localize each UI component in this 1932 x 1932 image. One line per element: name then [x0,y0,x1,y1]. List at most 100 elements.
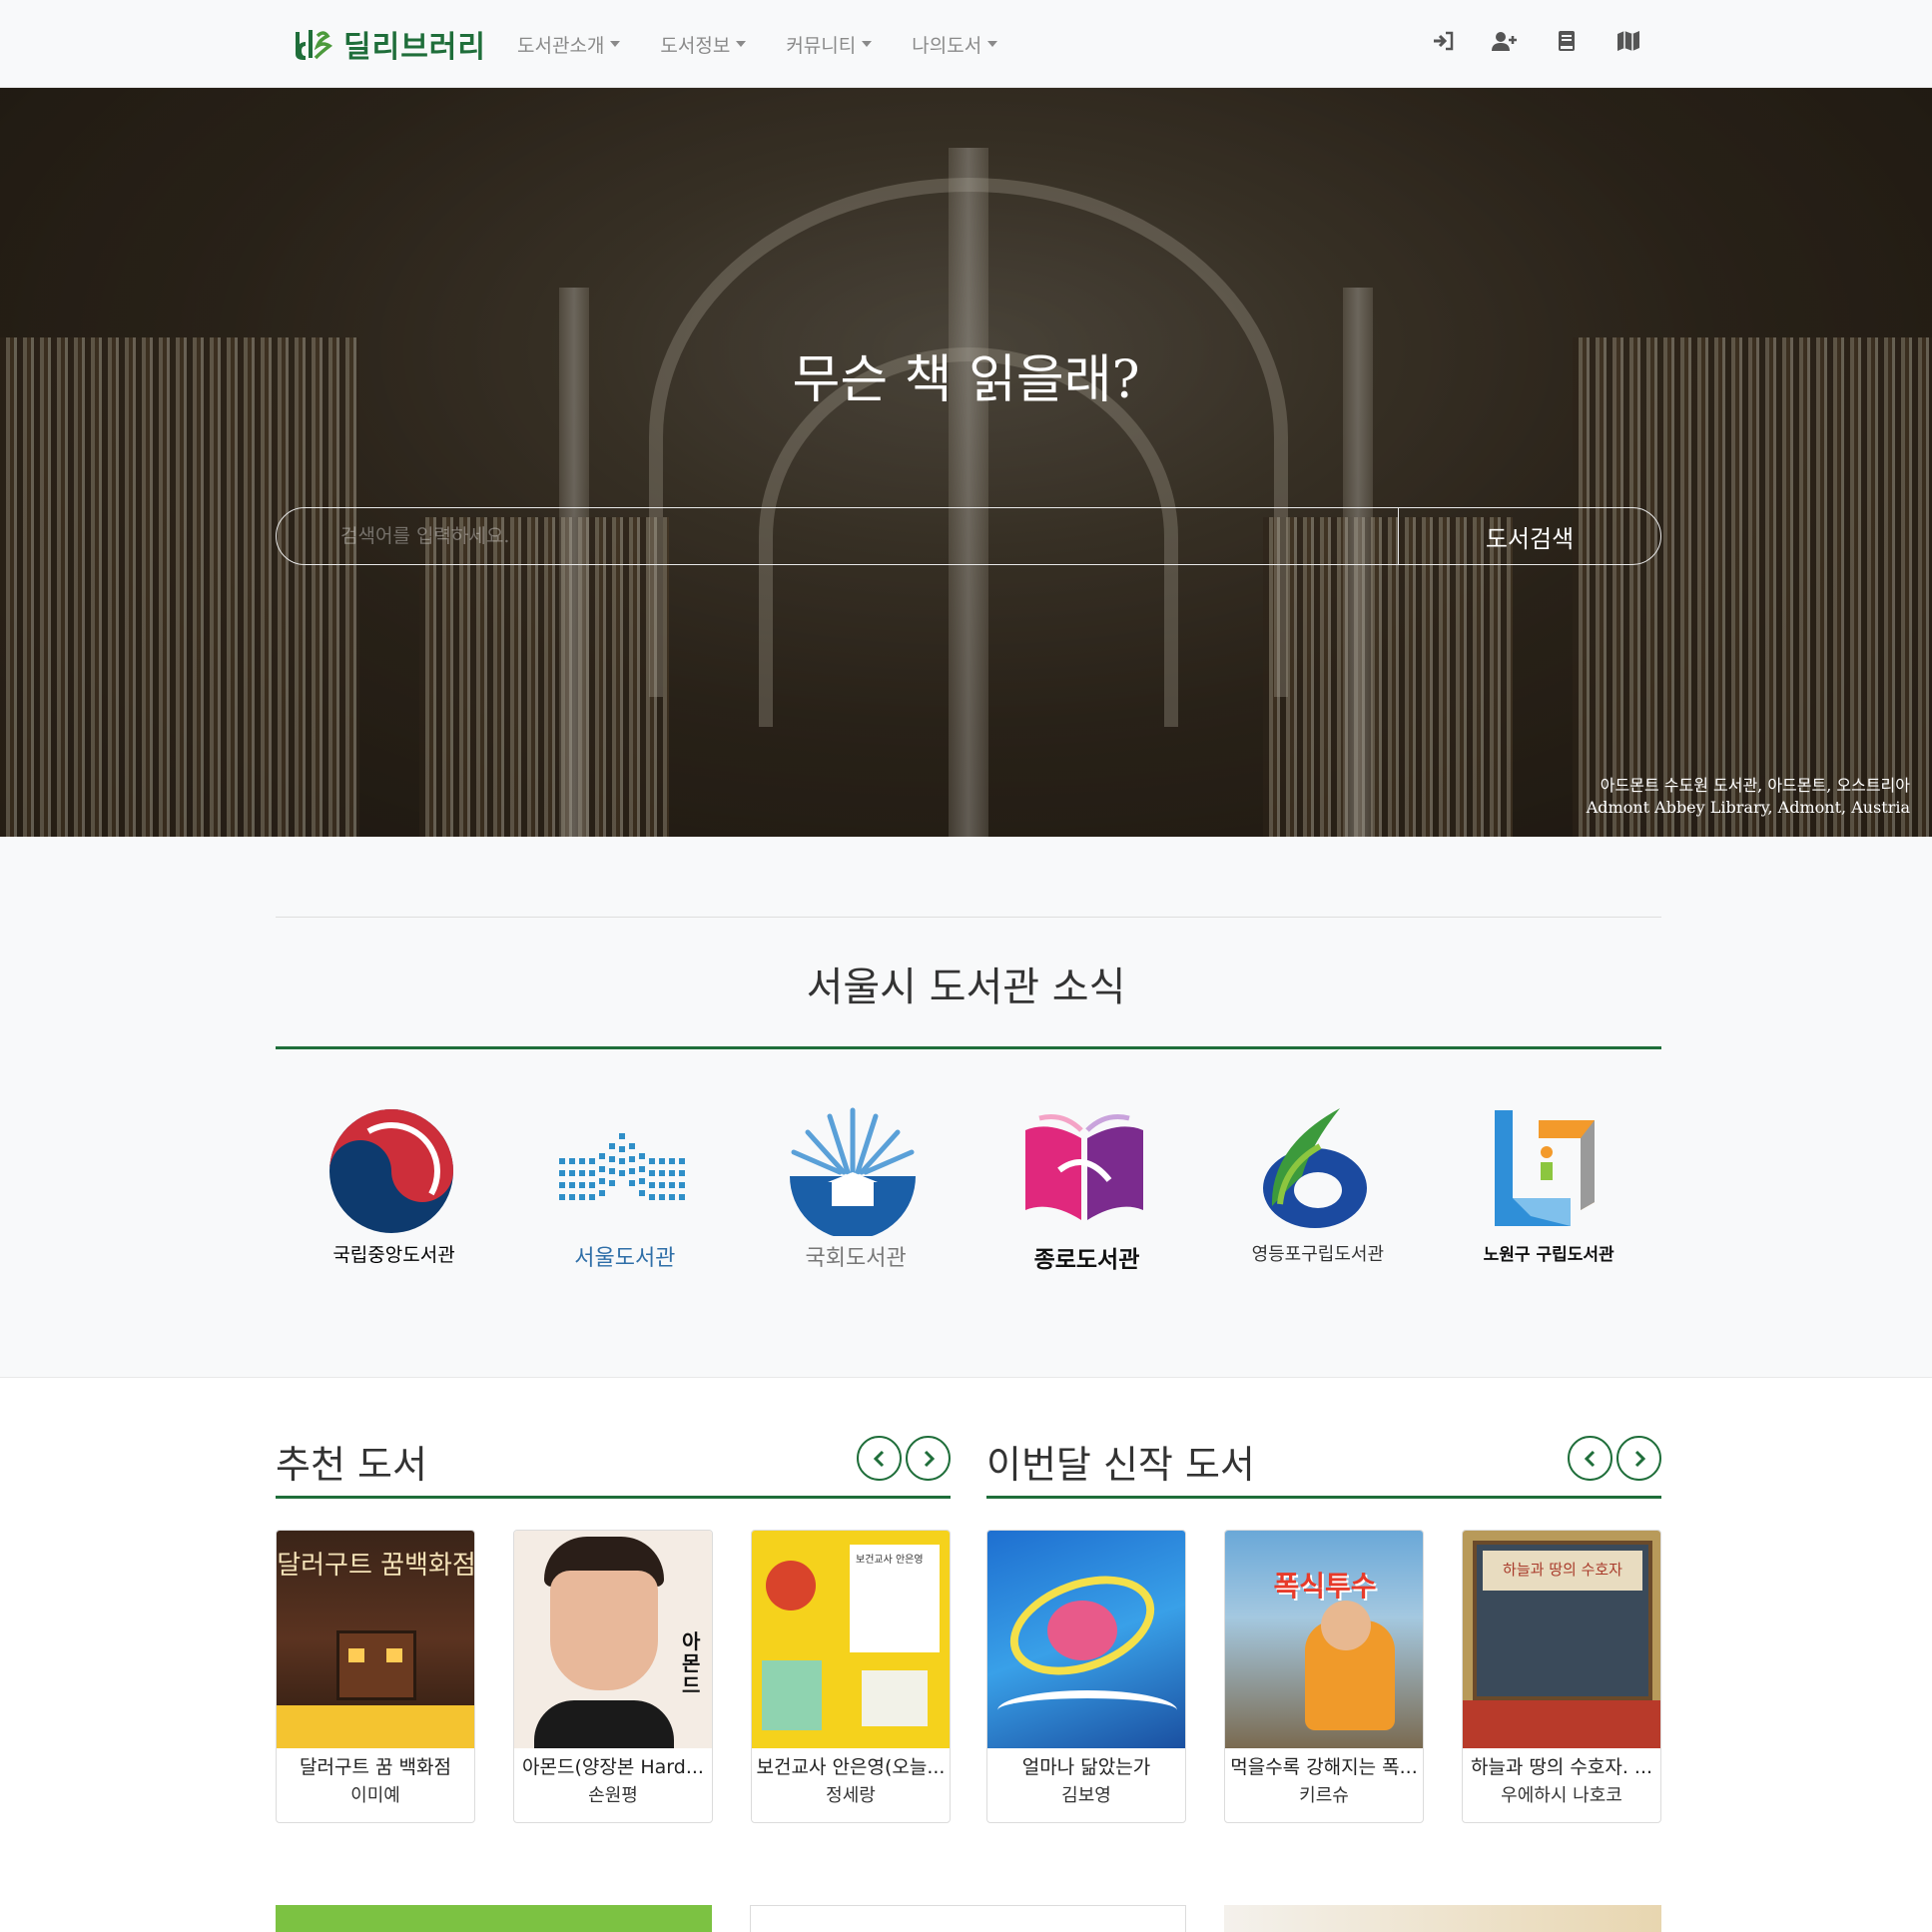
nav-library-intro[interactable]: 도서관소개 [517,31,621,58]
recommended-header: 추천 도서 [276,1434,951,1499]
section-title: 서울시 도서관 소식 [806,965,1126,1010]
library-logo-list: 국립중앙도서관 서울도서관 국회도서관 종로도서관 영등포구립도서관 노원구 구… [276,1106,1661,1286]
divider [276,1046,1661,1049]
logo-mark-icon [296,30,333,60]
book-author: 키르슈 [1299,1785,1349,1806]
cover-illustration [1321,1601,1371,1650]
chevron-right-icon [1634,1450,1645,1467]
cover-text: 아몬드 [682,1629,701,1697]
divider [986,1496,1661,1499]
book-cover: 아몬드 [514,1531,712,1748]
library-link-nowon[interactable]: 노원구 구립도서관 [1431,1106,1661,1286]
library-link-seoul[interactable]: 서울도서관 [506,1106,737,1286]
book-cover: 폭식투수 [1225,1531,1423,1748]
cover-text: 폭식투수 [1273,1570,1377,1603]
cover-text: 달러구트 꿈백화점 [277,1551,475,1581]
chevron-left-icon [873,1450,884,1467]
map-icon[interactable] [1615,28,1641,54]
cover-illustration [1047,1601,1117,1660]
prev-button[interactable] [1568,1436,1612,1481]
book-author: 정세랑 [826,1785,876,1806]
user-plus-icon[interactable] [1492,28,1518,54]
hero-overlay [0,88,1932,837]
nav-label: 커뮤니티 [786,34,857,57]
book-author: 이미예 [350,1785,400,1806]
book-title: 먹을수록 강해지는 폭... [1230,1756,1418,1778]
cover-band [277,1705,474,1748]
cover-illustration [550,1571,658,1690]
nav-label: 나의도서 [912,34,982,57]
chevron-left-icon [1584,1450,1595,1467]
promo-card[interactable] [750,1905,1186,1932]
caption-korean: 아드몬트 수도원 도서관, 아드몬트, 오스트리아 [1600,776,1910,795]
cover-illustration [386,1648,402,1662]
book-card[interactable]: 얼마나 닮았는가 김보영 [986,1530,1186,1823]
library-name: 국립중앙도서관 [332,1244,455,1266]
nav-my-books[interactable]: 나의도서 [912,31,998,58]
caption-english: Admont Abbey Library, Admont, Austria [1586,798,1910,817]
carousel-controls [857,1436,951,1481]
nowon-library-logo-icon [1495,1110,1596,1226]
library-news-section: 서울시 도서관 소식 국립중앙도서관 서울도서관 국회도서관 종로도서관 영등포… [0,837,1932,1378]
promo-card[interactable] [276,1905,712,1932]
cover-illustration [336,1630,416,1700]
prev-button[interactable] [857,1436,902,1481]
library-name: 서울도서관 [574,1246,676,1271]
nav-icon-group [1430,28,1641,54]
caret-down-icon [987,41,998,47]
section-title: 이번달 신작 도서 [986,1443,1255,1487]
divider [276,1496,951,1499]
book-title: 보건교사 안은영(오늘... [756,1756,946,1778]
carousel-controls [1568,1436,1661,1481]
book-author: 우에하시 나호코 [1501,1785,1622,1806]
library-name: 종로도서관 [1033,1247,1140,1273]
caret-down-icon [610,41,621,47]
nav-label: 도서관소개 [517,34,605,57]
search-button[interactable]: 도서검색 [1398,508,1660,564]
book-title: 달러구트 꿈 백화점 [300,1756,451,1778]
cover-illustration [766,1561,816,1610]
next-button[interactable] [906,1436,951,1481]
library-name: 노원구 구립도서관 [1483,1245,1614,1265]
book-icon[interactable] [1554,28,1580,54]
book-title: 아몬드(양장본 Hard... [522,1756,704,1778]
book-card[interactable]: 보건교사 안은영 보건교사 안은영(오늘... 정세랑 [751,1530,951,1823]
books-section: 추천 도서 달러구트 꿈백화점 달러구트 꿈 백화점 이미예 아몬드 아몬드(양… [0,1378,1932,1932]
book-card[interactable]: 달러구트 꿈백화점 달러구트 꿈 백화점 이미예 [276,1530,475,1823]
nav-book-info[interactable]: 도서정보 [660,31,747,58]
main-nav: 도서관소개 도서정보 커뮤니티 나의도서 [517,0,1037,88]
new-books-header: 이번달 신작 도서 [986,1434,1661,1499]
book-card[interactable]: 폭식투수 먹을수록 강해지는 폭... 키르슈 [1224,1530,1424,1823]
library-name: 국회도서관 [805,1246,907,1271]
cover-illustration [348,1648,364,1662]
book-cover: 하늘과 땅의 수호자 [1463,1531,1660,1748]
next-button[interactable] [1616,1436,1661,1481]
library-link-assembly[interactable]: 국회도서관 [738,1106,968,1286]
cover-illustration [997,1690,1177,1730]
book-card[interactable]: 아몬드 아몬드(양장본 Hard... 손원평 [513,1530,713,1823]
library-name: 영등포구립도서관 [1251,1244,1385,1265]
library-link-yeongdeungpo[interactable]: 영등포구립도서관 [1199,1106,1430,1286]
yeongdeungpo-library-logo-icon [1262,1108,1367,1228]
book-card[interactable]: 하늘과 땅의 수호자 하늘과 땅의 수호자. ... 우에하시 나호코 [1462,1530,1661,1823]
caret-down-icon [736,41,747,47]
cover-band [1463,1700,1660,1748]
navbar: 딜리브러리 도서관소개 도서정보 커뮤니티 나의도서 [0,0,1932,88]
book-cover: 보건교사 안은영 [752,1531,950,1748]
book-card-list: 달러구트 꿈백화점 달러구트 꿈 백화점 이미예 아몬드 아몬드(양장본 Har… [276,1530,951,1823]
library-link-jongno[interactable]: 종로도서관 [968,1106,1199,1286]
cover-illustration [762,1660,822,1730]
chevron-right-icon [924,1450,935,1467]
search-input[interactable] [277,508,1398,564]
brand-name: 딜리브러리 [343,30,486,65]
book-cover: 달러구트 꿈백화점 [277,1531,475,1748]
sign-in-icon[interactable] [1430,28,1456,54]
brand-logo[interactable]: 딜리브러리 [294,22,486,66]
national-library-logo-icon [328,1109,453,1233]
library-link-national[interactable]: 국립중앙도서관 [276,1106,506,1286]
assembly-library-logo-icon [790,1107,917,1236]
promo-card[interactable] [1224,1905,1661,1932]
search-bar: 도서검색 [276,507,1661,565]
cover-text: 하늘과 땅의 수호자 [1503,1561,1622,1579]
nav-community[interactable]: 커뮤니티 [786,31,873,58]
